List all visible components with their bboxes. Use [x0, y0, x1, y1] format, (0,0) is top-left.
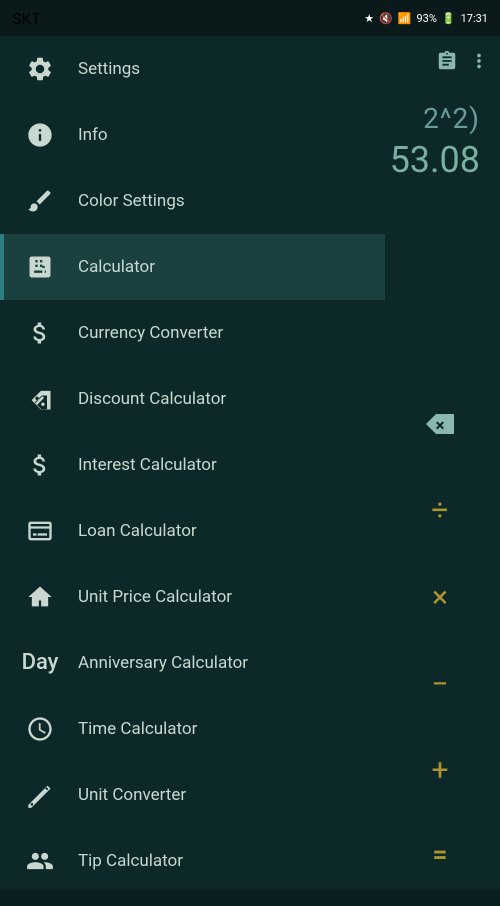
- calculator-label: Calculator: [78, 257, 155, 277]
- unit-price-icon: [20, 577, 60, 617]
- tip-label: Tip Calculator: [78, 851, 183, 871]
- color-settings-icon: [20, 181, 60, 221]
- info-label: Info: [78, 125, 108, 145]
- clock-icon: [20, 709, 60, 749]
- calculator-icon: [20, 247, 60, 287]
- multiply-button[interactable]: ×: [432, 580, 448, 615]
- divide-button[interactable]: ÷: [431, 493, 448, 528]
- time-label: 17:31: [461, 12, 488, 25]
- ruler-icon: [20, 775, 60, 815]
- info-icon: [20, 115, 60, 155]
- discount-icon: [20, 379, 60, 419]
- equals-button[interactable]: =: [433, 840, 448, 870]
- plus-button[interactable]: +: [431, 753, 448, 788]
- loan-label: Loan Calculator: [78, 521, 197, 541]
- status-right: ★ 🔇 📶 93% 🔋 17:31: [364, 12, 488, 25]
- loan-icon: [20, 511, 60, 551]
- navigation-drawer: Settings Info Color Settings Calculator …: [0, 36, 385, 889]
- anniversary-icon: Day: [20, 643, 60, 683]
- unit-price-label: Unit Price Calculator: [78, 587, 232, 607]
- battery-icon: 🔋: [442, 12, 456, 25]
- bluetooth-icon: ★: [364, 12, 374, 25]
- minus-button[interactable]: −: [431, 667, 448, 702]
- currency-icon: [20, 313, 60, 353]
- color-settings-label: Color Settings: [78, 191, 185, 211]
- more-options-icon[interactable]: [468, 50, 490, 78]
- wifi-icon: 📶: [398, 12, 412, 25]
- menu-item-time-calculator[interactable]: Time Calculator: [0, 696, 385, 762]
- clipboard-icon[interactable]: [436, 50, 458, 78]
- tip-icon: [20, 841, 60, 881]
- interest-label: Interest Calculator: [78, 455, 217, 475]
- menu-item-unit-price-calculator[interactable]: Unit Price Calculator: [0, 564, 385, 630]
- menu-item-info[interactable]: Info: [0, 102, 385, 168]
- menu-item-discount-calculator[interactable]: Discount Calculator: [0, 366, 385, 432]
- menu-item-tip-calculator[interactable]: Tip Calculator: [0, 828, 385, 889]
- settings-icon: [20, 49, 60, 89]
- menu-item-calculator[interactable]: Calculator: [0, 234, 385, 300]
- backspace-button[interactable]: [424, 412, 456, 442]
- time-label: Time Calculator: [78, 719, 197, 739]
- anniversary-label: Anniversary Calculator: [78, 653, 248, 673]
- status-bar: SKT ★ 🔇 📶 93% 🔋 17:31: [0, 0, 500, 36]
- battery-label: 93%: [416, 12, 436, 25]
- carrier-label: SKT: [12, 9, 41, 28]
- menu-item-settings[interactable]: Settings: [0, 36, 385, 102]
- unit-converter-label: Unit Converter: [78, 785, 186, 805]
- settings-label: Settings: [78, 59, 140, 79]
- day-text: Day: [22, 652, 59, 674]
- calc-expression: 2^2): [423, 102, 480, 135]
- currency-label: Currency Converter: [78, 323, 223, 343]
- menu-item-anniversary-calculator[interactable]: Day Anniversary Calculator: [0, 630, 385, 696]
- discount-label: Discount Calculator: [78, 389, 226, 409]
- menu-item-loan-calculator[interactable]: Loan Calculator: [0, 498, 385, 564]
- menu-item-unit-converter[interactable]: Unit Converter: [0, 762, 385, 828]
- calc-result: 53.08: [390, 139, 480, 181]
- menu-item-interest-calculator[interactable]: Interest Calculator: [0, 432, 385, 498]
- interest-icon: [20, 445, 60, 485]
- menu-item-currency-converter[interactable]: Currency Converter: [0, 300, 385, 366]
- mute-icon: 🔇: [379, 12, 393, 25]
- calculator-buttons: ÷ × − + =: [380, 376, 500, 906]
- menu-item-color-settings[interactable]: Color Settings: [0, 168, 385, 234]
